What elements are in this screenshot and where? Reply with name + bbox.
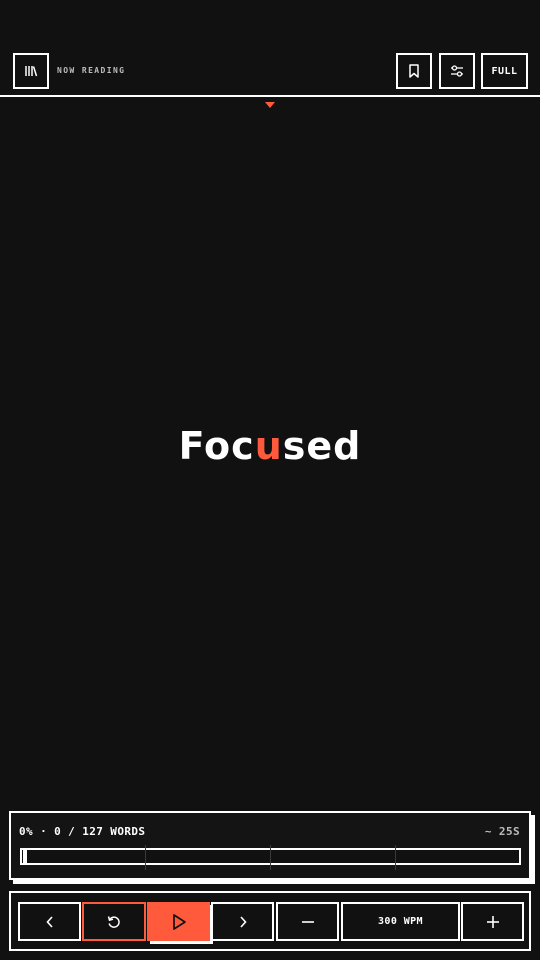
- bookmark-button[interactable]: [396, 53, 432, 89]
- progress-panel: 0% · 0 / 127 WORDS ~ 25S: [9, 811, 531, 880]
- fullscreen-button[interactable]: FULL: [481, 53, 528, 89]
- library-button[interactable]: [13, 53, 49, 89]
- restart-icon: [106, 914, 122, 930]
- now-reading-label: NOW READING: [57, 66, 126, 75]
- play-icon: [171, 913, 187, 931]
- progress-status: 0% · 0 / 127 WORDS: [19, 825, 146, 838]
- decrease-speed-button[interactable]: [276, 902, 339, 941]
- chevron-left-icon: [45, 915, 55, 929]
- focus-marker-icon: [265, 102, 275, 108]
- minus-icon: [301, 915, 315, 929]
- playback-controls: 300 WPM: [9, 891, 531, 951]
- track-tick: [395, 845, 396, 870]
- top-bar: NOW READING FULL: [0, 0, 540, 96]
- word-focus-letter: u: [254, 424, 283, 468]
- settings-button[interactable]: [439, 53, 475, 89]
- next-button[interactable]: [211, 902, 274, 941]
- track-tick: [270, 845, 271, 870]
- plus-icon: [486, 915, 500, 929]
- increase-speed-button[interactable]: [461, 902, 524, 941]
- progress-track[interactable]: [20, 845, 521, 870]
- word-suffix: sed: [282, 424, 362, 468]
- word-prefix: Foc: [178, 424, 255, 468]
- library-icon: [24, 65, 38, 77]
- time-remaining: ~ 25S: [484, 825, 520, 838]
- bookmark-icon: [408, 64, 420, 78]
- track-tick: [145, 845, 146, 870]
- sliders-icon: [450, 64, 464, 78]
- wpm-display[interactable]: 300 WPM: [341, 902, 460, 941]
- chevron-right-icon: [238, 915, 248, 929]
- restart-button[interactable]: [82, 902, 146, 941]
- current-word: Focused: [0, 424, 540, 468]
- progress-thumb[interactable]: [23, 849, 27, 864]
- play-button[interactable]: [147, 902, 210, 941]
- header-divider: [0, 95, 540, 97]
- previous-button[interactable]: [18, 902, 81, 941]
